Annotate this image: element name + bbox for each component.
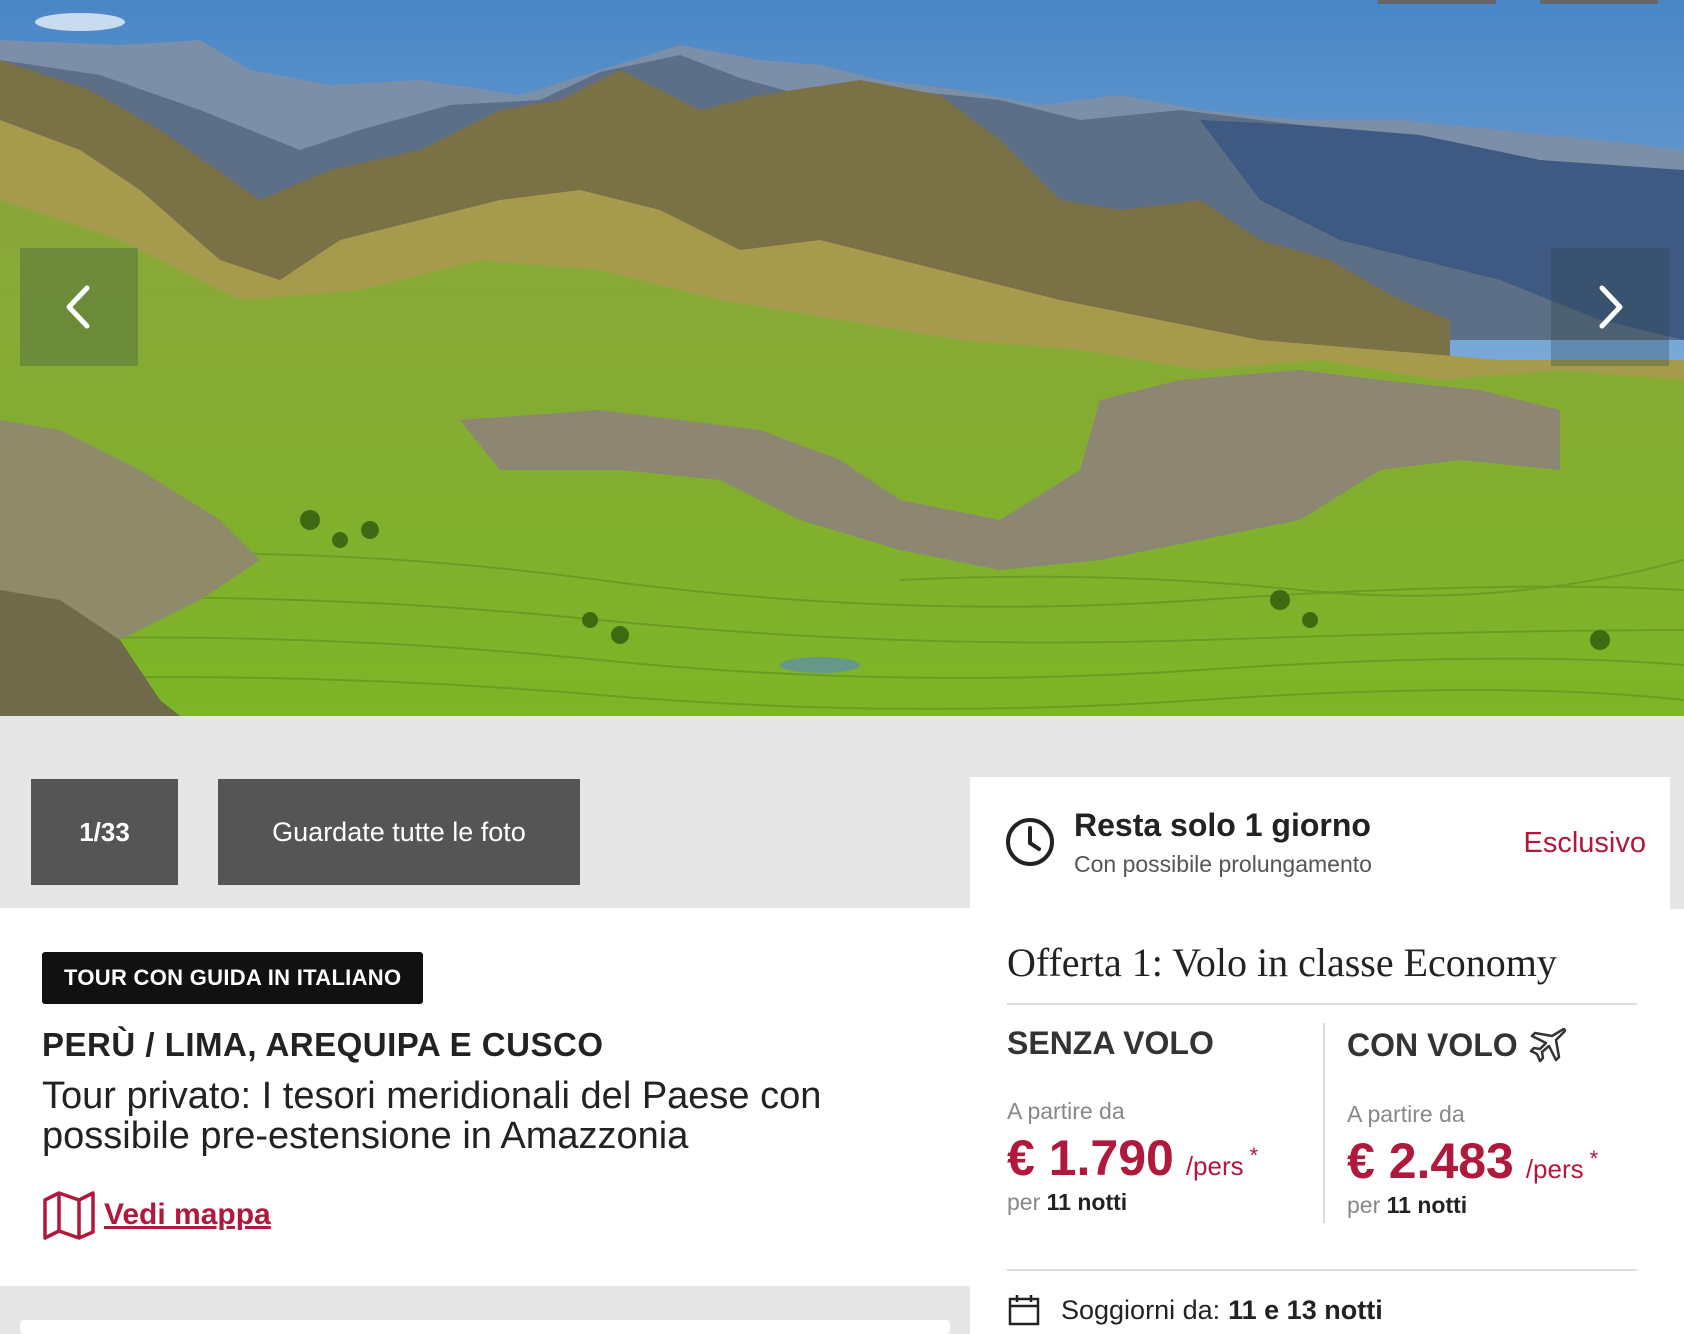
nights-info: per 11 notti: [1007, 1189, 1327, 1216]
gallery-bar: 1/33 Guardate tutte le foto: [0, 716, 970, 908]
clock-icon: [1006, 818, 1054, 866]
exclusive-label: Esclusivo: [1523, 827, 1647, 859]
column-separator: [1323, 1023, 1325, 1223]
calendar-icon: [1008, 1295, 1040, 1326]
tour-description: Tour privato: I tesori meridionali del P…: [42, 1075, 822, 1157]
map-link-label[interactable]: Vedi mappa: [104, 1198, 271, 1232]
landscape-photo: [0, 0, 1684, 716]
per-person-label: /pers: [1525, 1154, 1584, 1184]
nights-prefix: per: [1347, 1192, 1381, 1218]
tour-info: TOUR CON GUIDA IN ITALIANO PERÙ / LIMA, …: [0, 908, 970, 1286]
without-flight-title: SENZA VOLO: [1007, 1025, 1214, 1061]
airplane-icon: [1529, 1027, 1566, 1063]
nights-prefix: per: [1007, 1189, 1041, 1215]
all-photos-button[interactable]: Guardate tutte le foto: [218, 779, 580, 885]
chevron-left-icon: [66, 285, 90, 329]
next-photo-button[interactable]: [1551, 248, 1669, 366]
price-with-flight[interactable]: CON VOLO A partire da € 2.483 /pers * pe…: [1347, 1025, 1667, 1219]
with-flight-heading: CON VOLO: [1347, 1025, 1667, 1065]
with-flight-title: CON VOLO: [1347, 1026, 1518, 1063]
stay-value: 11 e 13 notti: [1228, 1294, 1383, 1325]
price-without-flight[interactable]: SENZA VOLO A partire da € 1.790 /pers * …: [1007, 1025, 1327, 1216]
divider: [1007, 1269, 1637, 1271]
stay-label: Soggiorni da:: [1061, 1294, 1221, 1325]
deadline-subtitle: Con possibile prolungamento: [1074, 851, 1372, 877]
tour-badge: TOUR CON GUIDA IN ITALIANO: [42, 952, 424, 1004]
price-value: € 1.790: [1007, 1130, 1174, 1186]
offer-panel: Offerta 1: Volo in classe Economy SENZA …: [970, 909, 1684, 1334]
photo-counter[interactable]: 1/33: [31, 779, 178, 885]
per-person-label: /pers: [1185, 1151, 1244, 1181]
deadline-title: Resta solo 1 giorno: [1074, 807, 1371, 843]
top-tab[interactable]: [1378, 0, 1496, 4]
asterisk: *: [1249, 1143, 1259, 1168]
nights-info: per 11 notti: [1347, 1192, 1667, 1219]
next-section-card: [20, 1320, 950, 1334]
deadline-box: Resta solo 1 giorno Con possibile prolun…: [970, 777, 1670, 909]
top-tab[interactable]: [1540, 0, 1658, 4]
price-value: € 2.483: [1347, 1133, 1514, 1189]
stay-duration: Soggiorni da: 11 e 13 notti: [1007, 1293, 1383, 1327]
destination-title: PERÙ / LIMA, AREQUIPA E CUSCO: [42, 1026, 604, 1063]
divider: [1007, 1003, 1637, 1005]
from-label: A partire da: [1007, 1098, 1125, 1124]
asterisk: *: [1589, 1146, 1599, 1171]
chevron-right-icon: [1599, 285, 1623, 329]
map-link[interactable]: Vedi mappa: [42, 1190, 271, 1240]
nights-value: 11 notti: [1046, 1189, 1128, 1215]
map-icon: [43, 1191, 95, 1240]
from-label: A partire da: [1347, 1101, 1465, 1127]
nights-value: 11 notti: [1386, 1192, 1468, 1218]
offer-title: Offerta 1: Volo in classe Economy: [1007, 940, 1557, 985]
hero-image: [0, 0, 1684, 716]
prev-photo-button[interactable]: [20, 248, 138, 366]
